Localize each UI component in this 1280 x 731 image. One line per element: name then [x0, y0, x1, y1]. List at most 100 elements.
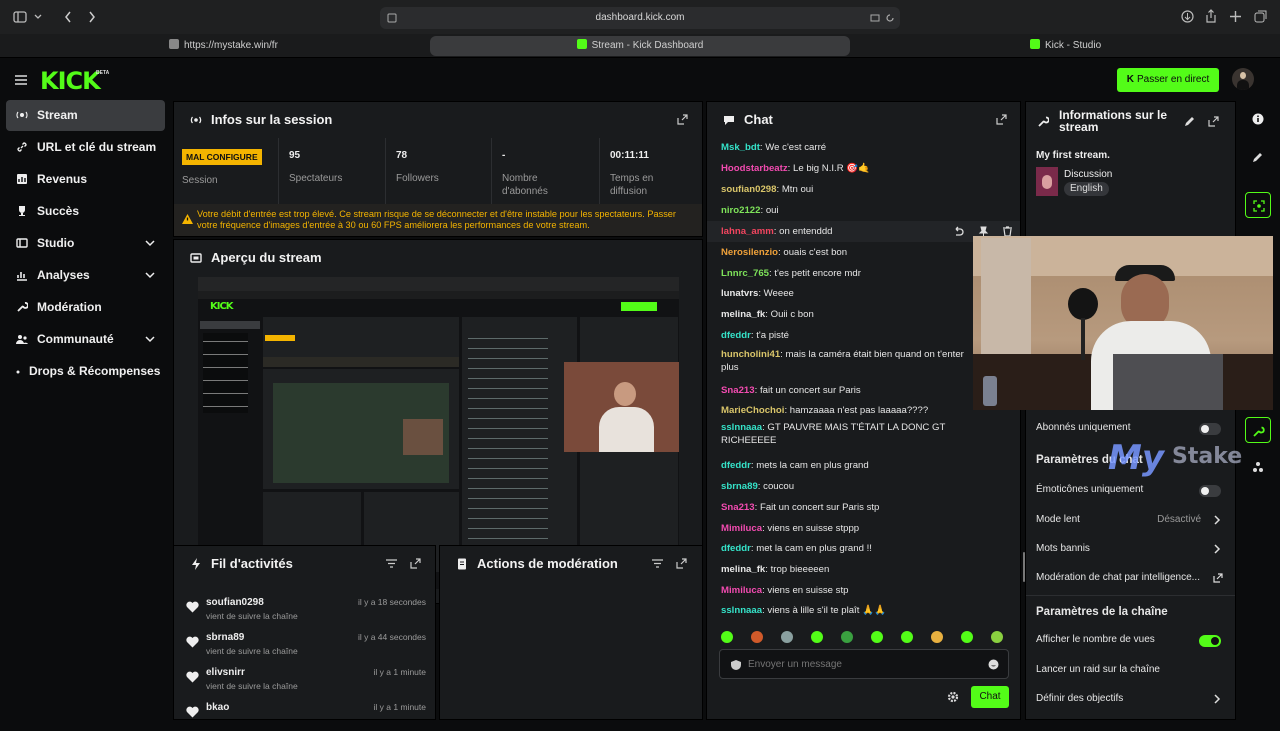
chevron-down-icon[interactable] — [145, 238, 155, 248]
chat-username[interactable]: sbrna89 — [721, 481, 758, 492]
sidebar-item-studio[interactable]: Studio — [6, 228, 165, 259]
subs-only-toggle[interactable] — [1199, 423, 1221, 435]
chat-username[interactable]: sslnnaaa — [721, 422, 762, 433]
rail-button-moderation[interactable] — [1245, 417, 1271, 443]
new-tab-icon[interactable] — [1230, 11, 1241, 22]
pencil-icon[interactable] — [1252, 151, 1264, 163]
sidebar-item-community[interactable]: Communauté — [6, 324, 165, 355]
chat-username[interactable]: lunatvrs — [721, 288, 758, 299]
sidebar-item-revenue[interactable]: Revenus — [6, 164, 165, 195]
rail-button-camera[interactable] — [1245, 192, 1271, 218]
chat-message[interactable]: dfeddr: mets la cam en plus grand — [721, 459, 983, 472]
chevron-right-icon[interactable] — [1213, 544, 1221, 554]
sidebar-item-drops[interactable]: Drops & Récompenses — [6, 356, 165, 387]
chat-message[interactable]: MarieChochoi: hamzaaaa n'est pas laaaaa?… — [721, 404, 983, 417]
pop-out-icon[interactable] — [676, 558, 687, 569]
chevron-right-icon[interactable] — [1213, 515, 1221, 525]
browser-tab-mystake[interactable]: https://mystake.win/fr — [165, 36, 425, 56]
sidebar-item-stream-url[interactable]: URL et clé du stream — [6, 132, 165, 163]
chat-message[interactable]: Lnnrc_765: t'es petit encore mdr — [721, 267, 983, 280]
address-bar[interactable]: dashboard.kick.com — [380, 7, 900, 29]
chat-username[interactable]: Nerosilenzio — [721, 247, 778, 258]
chat-message[interactable]: Nerosilenzio: ouais c'est bon — [721, 246, 983, 259]
gear-icon[interactable] — [947, 691, 959, 703]
chat-message[interactable]: sbrna89: coucou — [721, 480, 983, 493]
menu-icon[interactable] — [15, 75, 27, 85]
browser-tab-dashboard[interactable]: Stream - Kick Dashboard — [430, 36, 850, 56]
show-viewers-toggle[interactable] — [1199, 635, 1221, 647]
chat-message[interactable]: Sna213: Fait un concert sur Paris stp — [721, 501, 983, 514]
chat-message[interactable]: Hoodstarbeatz: Le big N.I.R 🎯🤙 — [721, 162, 983, 175]
chat-message[interactable]: soufian0298: Mtn oui — [721, 183, 983, 196]
tab-overview-icon[interactable] — [1254, 10, 1267, 23]
chat-username[interactable]: dfeddr — [721, 460, 751, 471]
back-icon[interactable] — [64, 11, 72, 23]
chat-username[interactable]: Lnnrc_765 — [721, 268, 769, 279]
page-settings-icon[interactable] — [387, 13, 397, 23]
chat-message[interactable]: melina_fk: trop bieeeeen — [721, 563, 983, 576]
chat-username[interactable]: Sna213 — [721, 502, 755, 513]
chat-username[interactable]: sslnnaaa — [721, 605, 762, 616]
pop-out-icon[interactable] — [677, 114, 688, 125]
chevron-down-icon[interactable] — [34, 14, 42, 20]
pencil-icon[interactable] — [1184, 116, 1195, 127]
chat-username[interactable]: niro2122 — [721, 205, 760, 216]
chat-message[interactable]: lahna_amm: on entenddd — [721, 225, 983, 238]
pop-out-icon[interactable] — [1208, 116, 1219, 127]
list-item[interactable]: bkao il y a 1 minute — [174, 696, 436, 731]
avatar[interactable] — [1232, 68, 1254, 90]
chat-input[interactable] — [748, 656, 978, 672]
raid-label[interactable]: Lancer un raid sur la chaîne — [1036, 662, 1226, 678]
emotes-only-toggle[interactable] — [1199, 485, 1221, 497]
chat-message[interactable]: sslnnaaa: viens à lille s'il te plaît 🙏🙏 — [721, 604, 983, 617]
send-chat-button[interactable]: Chat — [971, 686, 1009, 708]
kick-logo[interactable]: KICK — [40, 67, 101, 95]
external-link-icon[interactable] — [1213, 573, 1223, 583]
chat-message[interactable]: niro2122: oui — [721, 204, 983, 217]
sidebar-item-achievements[interactable]: Succès — [6, 196, 165, 227]
translate-icon[interactable] — [870, 13, 880, 23]
chat-message[interactable]: sslnnaaa: GT PAUVRE MAIS T'ÉTAIT LA DONC… — [721, 421, 983, 447]
chat-username[interactable]: Mimiluca — [721, 585, 762, 596]
pop-out-icon[interactable] — [410, 558, 421, 569]
sidebar-item-stream[interactable]: Stream — [6, 100, 165, 131]
list-item[interactable]: elivsnirr vient de suivre la chaîne il y… — [174, 661, 436, 696]
forward-icon[interactable] — [88, 11, 96, 23]
chat-message[interactable]: dfeddr: met la cam en plus grand !! — [721, 542, 983, 555]
info-icon[interactable] — [1252, 113, 1264, 125]
chevron-down-icon[interactable] — [145, 334, 155, 344]
apps-icon[interactable] — [1252, 461, 1264, 473]
go-live-button[interactable]: K Passer en direct — [1117, 68, 1219, 92]
filter-icon[interactable] — [386, 558, 397, 569]
goals-label[interactable]: Définir des objectifs — [1036, 691, 1226, 707]
chat-username[interactable]: melina_fk — [721, 564, 765, 575]
download-icon[interactable] — [1181, 10, 1194, 23]
stream-preview-video[interactable]: KICK — [198, 277, 679, 589]
browser-tab-studio[interactable]: Kick - Studio — [1030, 36, 1180, 56]
chat-username[interactable]: Hoodstarbeatz — [721, 163, 788, 174]
chat-username[interactable]: MarieChochoi — [721, 405, 784, 416]
chat-username[interactable]: huncholini41 — [721, 349, 780, 360]
pop-out-icon[interactable] — [996, 114, 1007, 125]
list-item[interactable]: soufian0298 vient de suivre la chaîne il… — [174, 591, 436, 626]
chat-message[interactable]: Msk_bdt: We c'est carré — [721, 141, 983, 154]
reload-icon[interactable] — [885, 13, 895, 23]
chat-message[interactable]: lunatvrs: Weeee — [721, 287, 983, 300]
chat-message[interactable]: dfeddr: t'a pisté — [721, 329, 983, 342]
chat-username[interactable]: dfeddr — [721, 330, 751, 341]
chat-message[interactable]: melina_fk: Ouii c bon — [721, 308, 983, 321]
chat-message[interactable]: Mimiluca: viens en suisse stp — [721, 584, 983, 597]
chat-message[interactable]: huncholini41: mais la caméra était bien … — [721, 348, 983, 374]
ai-moderation-label[interactable]: Modération de chat par intelligence... — [1036, 570, 1211, 586]
share-icon[interactable] — [1205, 9, 1217, 23]
sidebar-item-moderation[interactable]: Modération — [6, 292, 165, 323]
sidebar-item-analytics[interactable]: Analyses — [6, 260, 165, 291]
chevron-right-icon[interactable] — [1213, 694, 1221, 704]
chat-username[interactable]: Msk_bdt — [721, 142, 760, 153]
sidebar-toggle-icon[interactable] — [13, 11, 27, 23]
emote-icons[interactable] — [719, 630, 1009, 644]
chat-message[interactable]: Sna213: fait un concert sur Paris — [721, 384, 983, 397]
banned-words-label[interactable]: Mots bannis — [1036, 541, 1226, 557]
chat-username[interactable]: lahna_amm — [721, 226, 774, 237]
chat-username[interactable]: dfeddr — [721, 543, 751, 554]
